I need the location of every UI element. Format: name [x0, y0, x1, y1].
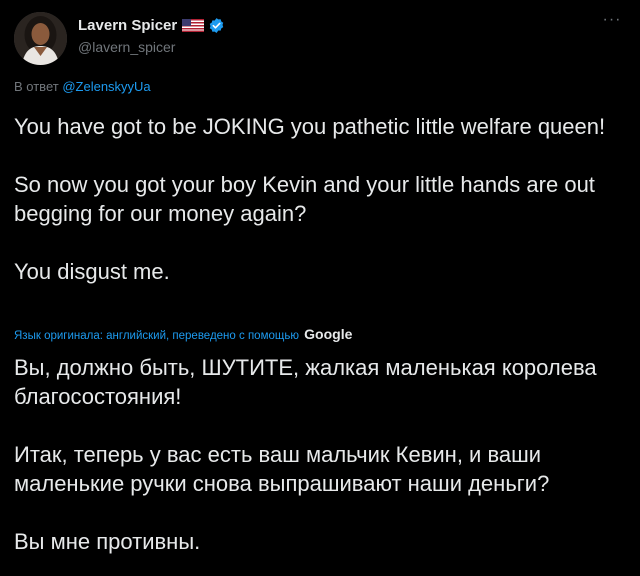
tweet-original-text: You have got to be JOKING you pathetic l… — [14, 112, 630, 286]
google-logo: Google — [304, 326, 353, 342]
original-paragraph: So now you got your boy Kevin and your l… — [14, 172, 595, 226]
avatar-image — [14, 12, 67, 65]
translation-note-label: Язык оригинала: английский, переведено с… — [14, 330, 299, 342]
verified-badge-icon — [208, 17, 225, 34]
reply-mention-link[interactable]: @ZelenskyyUa — [62, 79, 150, 94]
tweet: Lavern Spicer @lavern_spicer ··· В ответ… — [0, 0, 640, 576]
translation-note[interactable]: Язык оригинала: английский, переведено с… — [14, 326, 352, 342]
name-row: Lavern Spicer — [78, 16, 225, 34]
author-block: Lavern Spicer @lavern_spicer — [78, 16, 225, 55]
avatar[interactable] — [14, 12, 67, 65]
reply-to-line: В ответ @ZelenskyyUa — [14, 79, 151, 94]
reply-prefix: В ответ — [14, 79, 59, 94]
us-flag-icon — [182, 18, 205, 32]
translated-paragraph: Вы, должно быть, ШУТИТЕ, жалкая маленька… — [14, 355, 597, 409]
user-handle[interactable]: @lavern_spicer — [78, 39, 225, 55]
ellipsis-icon: ··· — [602, 11, 622, 28]
translated-paragraph: Итак, теперь у вас есть ваш мальчик Кеви… — [14, 442, 550, 496]
tweet-translated-text: Вы, должно быть, ШУТИТЕ, жалкая маленька… — [14, 353, 630, 556]
translated-paragraph: Вы мне противны. — [14, 529, 201, 554]
display-name[interactable]: Lavern Spicer — [78, 17, 177, 34]
more-options-button[interactable]: ··· — [600, 12, 624, 28]
original-paragraph: You have got to be JOKING you pathetic l… — [14, 114, 606, 139]
original-paragraph: You disgust me. — [14, 259, 170, 284]
